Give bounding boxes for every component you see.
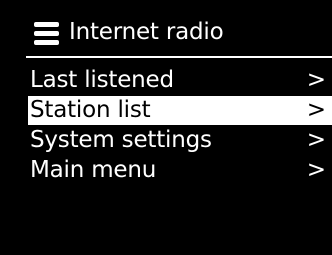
menu-list: Last listened > Station list > System se… [28, 66, 332, 186]
chevron-right-icon: > [306, 127, 326, 153]
screen-title: Internet radio [69, 19, 224, 45]
chevron-right-icon: > [306, 157, 326, 183]
menu-item-station-list[interactable]: Station list > [28, 96, 332, 125]
chevron-right-icon: > [306, 97, 326, 123]
menu-item-last-listened[interactable]: Last listened > [28, 66, 332, 95]
header-divider [26, 56, 332, 58]
menu-item-main-menu[interactable]: Main menu > [28, 156, 332, 185]
screen-header: Internet radio [0, 0, 332, 56]
menu-item-label: Station list [30, 97, 151, 123]
menu-item-label: Last listened [30, 67, 174, 93]
radio-display-screen: Internet radio Last listened > Station l… [0, 0, 332, 255]
menu-item-label: System settings [30, 127, 212, 153]
menu-icon [34, 22, 59, 45]
menu-item-system-settings[interactable]: System settings > [28, 126, 332, 155]
menu-item-label: Main menu [30, 157, 157, 183]
chevron-right-icon: > [306, 67, 326, 93]
